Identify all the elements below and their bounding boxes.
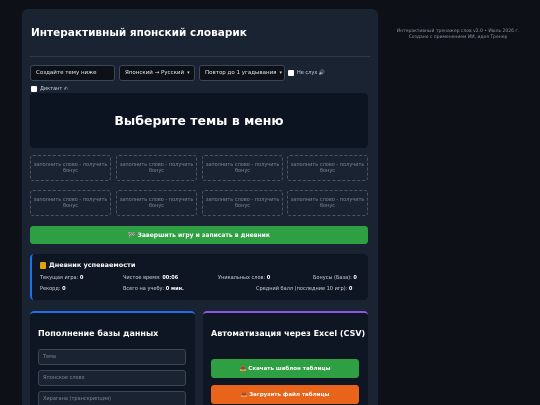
add-words-card: Пополнение базы данных Тема Японское сло…	[30, 311, 195, 405]
answer-slot[interactable]: заполнить слово - получить бонус	[202, 190, 283, 216]
answer-slot[interactable]: заполнить слово - получить бонус	[287, 190, 368, 216]
direction-select[interactable]: Японский → Русский ▾	[119, 65, 195, 81]
stat-bonuses: Бонусы (База): 0	[313, 275, 357, 281]
field-placeholder: Хирагана (транскрипция)	[43, 396, 111, 402]
stat-total-study: Всего на учебу: 0 мин.	[123, 286, 184, 292]
topic-input-placeholder: Создайте тему ниже	[36, 70, 97, 76]
hiragana-field[interactable]: Хирагана (транскрипция)	[38, 391, 186, 405]
direction-select-value: Японский → Русский	[125, 70, 185, 76]
download-template-button[interactable]: 📥 Скачать шаблон таблицы	[211, 359, 359, 378]
stat-label: Бонусы (База):	[313, 275, 352, 281]
upload-file-button[interactable]: 📤 Загрузить файл таблицы	[211, 385, 359, 404]
no-sound-label: Не слух 🔊	[297, 70, 326, 76]
stat-label: Уникальных слов:	[218, 275, 266, 281]
answer-slot[interactable]: заполнить слово - получить бонус	[202, 155, 283, 181]
field-placeholder: Тема	[43, 354, 56, 360]
word-display: Выберите темы в меню	[30, 93, 368, 148]
footer-credits: Интерактивный тренажер слов v2.0 • Июль …	[384, 29, 532, 41]
stat-record: Рекорд: 0	[40, 286, 66, 292]
no-sound-checkbox[interactable]: Не слух 🔊	[288, 70, 325, 76]
checkbox-box[interactable]	[288, 70, 294, 76]
topic-input[interactable]: Создайте тему ниже	[30, 65, 115, 81]
footer-line-2: Создано с применением ИИ, идея Тренер	[408, 35, 508, 40]
finish-game-button[interactable]: 🏁 Завершить игру и записать в дневник	[30, 226, 368, 244]
answer-slot[interactable]: заполнить слово - получить бонус	[287, 155, 368, 181]
stat-unique-words: Уникальных слов: 0	[218, 275, 270, 281]
stat-value: 0	[266, 275, 271, 281]
stat-label: Всего на учебу:	[123, 286, 165, 292]
excel-automation-card: Автоматизация через Excel (CSV) 📥 Скачат…	[203, 311, 368, 405]
stat-current-game: Текущая игра: 0	[40, 275, 83, 281]
stat-label: Средний балл (последние 10 игр):	[256, 286, 348, 292]
excel-card-title: Автоматизация через Excel (CSV)	[211, 329, 366, 338]
stat-avg-score: Средний балл (последние 10 игр): 0	[256, 286, 352, 292]
stat-value: 0	[79, 275, 84, 281]
repeat-select[interactable]: Повтор до 1 угадывания ▾	[199, 65, 285, 81]
japanese-word-field[interactable]: Японское слово	[38, 370, 186, 386]
progress-diary: Дневник успеваемости Текущая игра: 0 Чис…	[30, 254, 368, 300]
chevron-down-icon: ▾	[279, 70, 282, 76]
checkbox-box[interactable]	[31, 86, 37, 92]
field-placeholder: Японское слово	[43, 375, 85, 381]
display-message: Выберите темы в меню	[114, 113, 284, 128]
answer-slot[interactable]: заполнить слово - получить бонус	[30, 190, 111, 216]
stat-clean-time: Чистое время: 00:06	[123, 275, 178, 281]
answer-slot[interactable]: заполнить слово - получить бонус	[30, 155, 111, 181]
add-words-title: Пополнение базы данных	[38, 329, 159, 338]
chevron-down-icon: ▾	[187, 70, 190, 76]
title-divider	[30, 56, 370, 57]
stat-label: Рекорд:	[40, 286, 61, 292]
topic-field[interactable]: Тема	[38, 349, 186, 365]
stat-value: 0	[348, 286, 353, 292]
stat-value: 00:06	[162, 275, 179, 281]
answer-slot[interactable]: заполнить слово - получить бонус	[116, 190, 197, 216]
notebook-icon	[40, 261, 46, 269]
stat-label: Чистое время:	[123, 275, 161, 281]
stat-label: Текущая игра:	[40, 275, 79, 281]
page-title: Интерактивный японский словарик	[31, 27, 247, 39]
stat-value: 0	[353, 275, 357, 281]
diary-title: Дневник успеваемости	[40, 261, 135, 269]
answer-slot[interactable]: заполнить слово - получить бонус	[116, 155, 197, 181]
dictation-label: Диктант ✍	[40, 86, 69, 92]
diary-title-text: Дневник успеваемости	[49, 261, 136, 269]
dictation-checkbox[interactable]: Диктант ✍	[31, 86, 68, 92]
stat-value: 0	[62, 286, 66, 292]
stat-value: 0 мин.	[165, 286, 184, 292]
repeat-select-value: Повтор до 1 угадывания	[205, 70, 277, 76]
main-panel: Интерактивный японский словарик Создайте…	[22, 9, 378, 405]
